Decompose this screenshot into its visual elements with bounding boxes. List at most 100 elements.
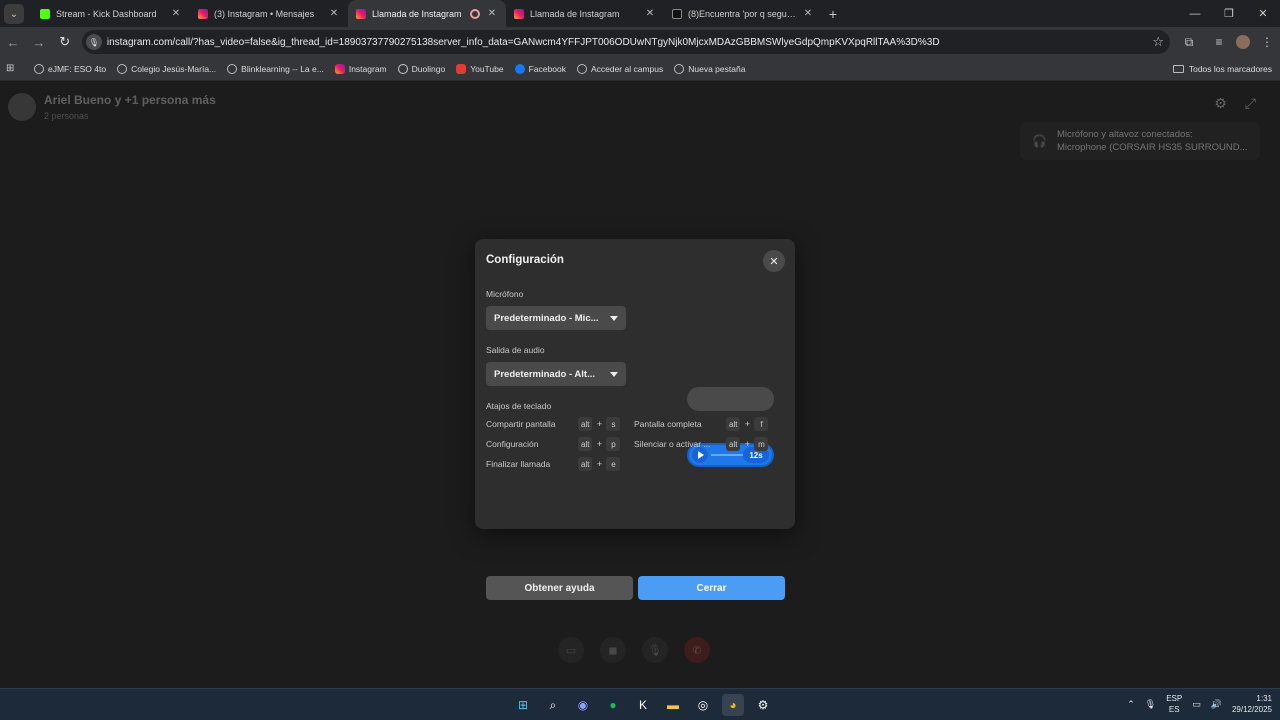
end-call-icon[interactable]: ✆ xyxy=(684,637,710,663)
language-indicator[interactable]: ESP ES xyxy=(1166,693,1182,715)
keyboard-layout: ES xyxy=(1168,705,1180,714)
shortcut-plus: + xyxy=(744,419,751,429)
chevron-up-icon[interactable]: ⌃ xyxy=(1127,699,1135,710)
new-tab-button[interactable]: + xyxy=(822,0,844,27)
microphone-icon[interactable]: 🎙 xyxy=(642,637,668,663)
chrome-icon[interactable]: ◕ xyxy=(722,694,744,716)
participants-count: 2 personas xyxy=(44,111,89,121)
dialog-title: Configuración xyxy=(486,254,564,266)
menu-icon[interactable]: ⋮ xyxy=(1254,29,1280,55)
facebook-icon xyxy=(514,63,525,74)
all-bookmarks[interactable]: Todos los marcadores xyxy=(1172,63,1272,74)
bookmark-label: Nueva pestaña xyxy=(688,63,746,74)
spotify-icon[interactable]: ● xyxy=(602,694,624,716)
steam-icon[interactable]: ⚙ xyxy=(752,694,774,716)
recording-icon xyxy=(470,8,480,19)
minimize-icon[interactable]: — xyxy=(1178,0,1212,27)
close-window-icon[interactable]: ✕ xyxy=(1246,0,1280,27)
tab-search-button[interactable]: ⌄ xyxy=(4,4,24,24)
toast-line-2: Microphone (CORSAIR HS35 SURROUND... xyxy=(1056,142,1248,153)
kick-app-icon[interactable]: K xyxy=(632,694,654,716)
get-help-button[interactable]: Obtener ayuda xyxy=(486,576,633,600)
shortcut-row: Silenciar o activar ... alt + m xyxy=(634,437,769,451)
microphone-select-value: Predeterminado - Mic... xyxy=(494,312,599,324)
audio-output-select[interactable]: Predeterminado - Alt... xyxy=(486,362,626,386)
address-bar[interactable]: 🎙 instagram.com/call/?has_video=false&ig… xyxy=(81,30,1170,54)
shortcut-label: Pantalla completa xyxy=(634,419,702,429)
shortcut-label: Compartir pantalla xyxy=(486,419,556,429)
folder-icon xyxy=(1172,64,1184,73)
bookmark-item[interactable]: Blinklearning -- La e... xyxy=(227,63,324,74)
bookmark-item[interactable]: Nueva pestaña xyxy=(674,63,746,74)
reload-icon[interactable]: ↻ xyxy=(52,29,78,55)
close-icon[interactable]: ✕ xyxy=(486,8,498,19)
close-icon[interactable]: ✕ xyxy=(644,8,656,19)
caret-down-icon xyxy=(610,315,618,321)
shortcut-key: alt xyxy=(726,437,741,451)
clock[interactable]: 1:31 29/12/2025 xyxy=(1232,693,1272,715)
media-controls-icon[interactable]: ≡ xyxy=(1206,29,1232,55)
call-controls: ▭ ◼ 🎙 ✆ xyxy=(558,637,710,663)
call-header: Ariel Bueno y +1 persona más 2 personas xyxy=(8,93,216,121)
bookmark-item[interactable]: eJMF: ESO 4to xyxy=(34,63,106,74)
globe-icon xyxy=(117,63,128,74)
tab-3[interactable]: Llamada de Instagram ✕ xyxy=(506,0,664,27)
fullscreen-icon[interactable]: ⤢ xyxy=(1245,95,1256,112)
caller-name: Ariel Bueno xyxy=(44,93,112,107)
discord-icon[interactable]: ◉ xyxy=(572,694,594,716)
audio-track xyxy=(711,454,743,456)
close-icon[interactable]: ✕ xyxy=(328,8,340,19)
browser-toolbar: ← → ↻ 🎙 instagram.com/call/?has_video=fa… xyxy=(0,27,1280,57)
network-icon[interactable]: ▭ xyxy=(1192,699,1201,710)
site-info-icon[interactable]: 🎙 xyxy=(85,34,102,50)
maximize-icon[interactable]: ❐ xyxy=(1212,0,1246,27)
url-text[interactable]: instagram.com/call/?has_video=false&ig_t… xyxy=(107,37,1152,48)
tab-title: (8)Encuentra 'por q seguir solo xyxy=(688,8,796,19)
globe-icon xyxy=(34,63,44,74)
gear-icon[interactable]: ⚙ xyxy=(1214,95,1227,112)
volume-icon[interactable]: 🔊 xyxy=(1211,699,1222,710)
back-icon[interactable]: ← xyxy=(0,29,26,55)
file-explorer-icon[interactable]: ▬ xyxy=(662,694,684,716)
tab-4[interactable]: (8)Encuentra 'por q seguir solo ✕ xyxy=(664,0,822,27)
bookmark-label: Instagram xyxy=(348,63,387,74)
bookmark-item[interactable]: Acceder al campus xyxy=(576,63,663,74)
search-icon[interactable]: ⌕ xyxy=(542,694,564,716)
bookmark-item[interactable]: Instagram xyxy=(334,63,387,74)
close-icon[interactable]: ✕ xyxy=(802,8,814,19)
all-bookmarks-label: Todos los marcadores xyxy=(1188,63,1272,74)
bookmark-item[interactable]: Facebook xyxy=(514,63,566,74)
globe-icon xyxy=(674,63,685,74)
close-icon[interactable]: ✕ xyxy=(170,8,182,19)
avatar xyxy=(8,93,36,121)
bookmark-item[interactable]: Colegio Jesús-María... xyxy=(117,63,216,74)
shortcut-key: p xyxy=(606,437,621,451)
bookmark-item[interactable]: YouTube xyxy=(456,63,504,74)
obs-icon[interactable]: ◎ xyxy=(692,694,714,716)
microphone-label: Micrófono xyxy=(486,289,524,299)
microphone-select[interactable]: Predeterminado - Mic... xyxy=(486,306,626,330)
microphone-tray-icon[interactable]: 🎙 xyxy=(1145,699,1156,710)
shortcut-row: Pantalla completa alt + f xyxy=(634,417,769,431)
bookmark-star-icon[interactable]: ☆ xyxy=(1152,34,1164,50)
camera-icon[interactable]: ◼ xyxy=(600,637,626,663)
close-button[interactable]: Cerrar xyxy=(638,576,785,600)
extensions-icon[interactable]: ⧉ xyxy=(1176,29,1202,55)
close-icon[interactable]: ✕ xyxy=(763,250,785,272)
avatar[interactable] xyxy=(1236,35,1250,49)
apps-grid-icon[interactable]: ⊞ xyxy=(6,63,20,74)
mic-level-meter xyxy=(687,387,774,411)
call-title: Ariel Bueno y +1 persona más xyxy=(44,93,216,107)
bookmark-item[interactable]: Duolingo xyxy=(397,63,446,74)
tab-1[interactable]: (3) Instagram • Mensajes ✕ xyxy=(190,0,348,27)
screen-share-icon[interactable]: ▭ xyxy=(558,637,584,663)
tab-strip: ⌄ Stream - Kick Dashboard ✕ (3) Instagra… xyxy=(0,0,1280,27)
device-toast: 🎧 Micrófono y altavoz conectados: Microp… xyxy=(1020,122,1260,160)
forward-icon[interactable]: → xyxy=(26,29,52,55)
bookmark-label: Duolingo xyxy=(411,63,446,74)
tab-0[interactable]: Stream - Kick Dashboard ✕ xyxy=(32,0,190,27)
tab-title: Stream - Kick Dashboard xyxy=(56,8,157,19)
tab-2-active[interactable]: Llamada de Instagram ✕ xyxy=(348,0,506,27)
globe-icon xyxy=(576,63,587,74)
windows-start-icon[interactable]: ⊞ xyxy=(512,694,534,716)
